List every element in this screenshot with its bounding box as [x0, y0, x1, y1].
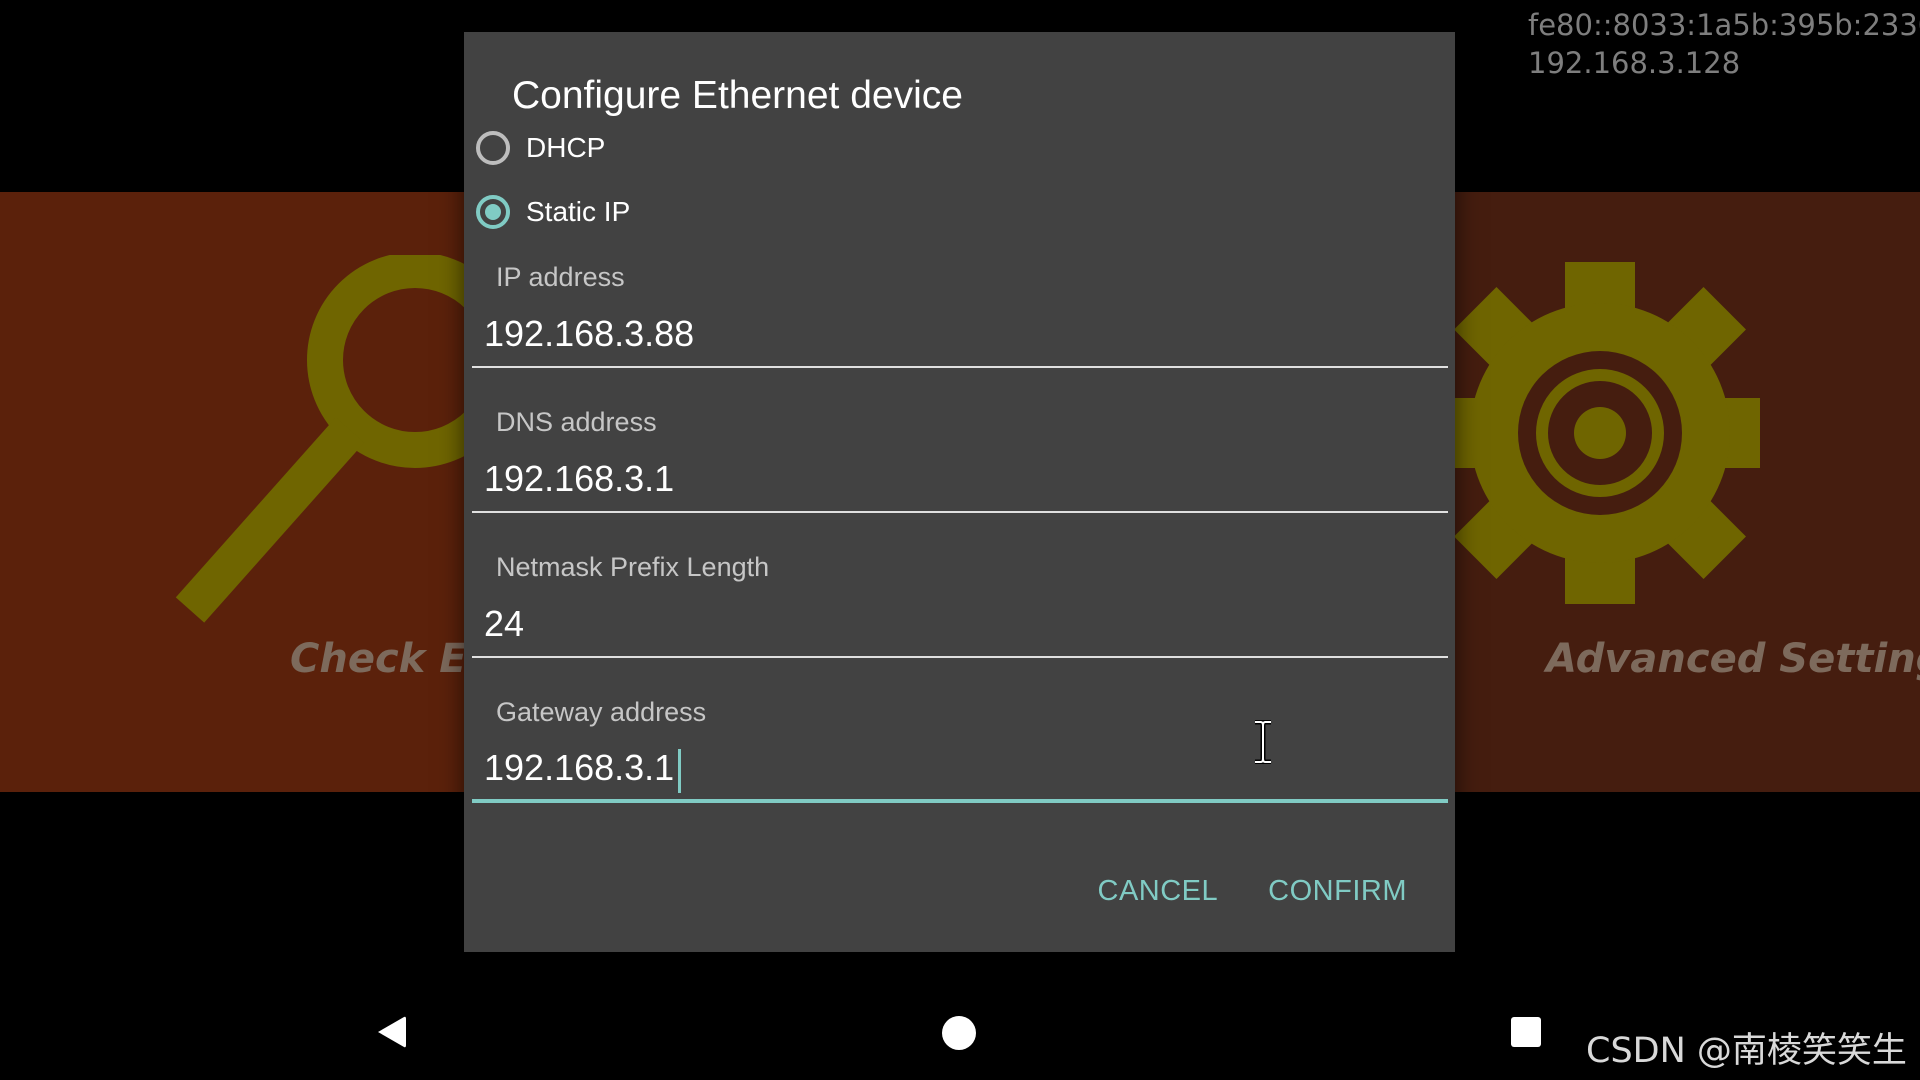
home-icon[interactable]	[942, 1016, 976, 1050]
dialog-title: Configure Ethernet device	[512, 74, 963, 117]
text-caret	[678, 749, 681, 793]
radio-label-static-ip: Static IP	[526, 196, 631, 227]
confirm-button[interactable]: CONFIRM	[1258, 867, 1417, 916]
gateway-address-label: Gateway address	[496, 697, 707, 727]
advanced-setting-label: Advanced Setting	[1546, 636, 1920, 682]
ipv6-address: fe80::8033:1a5b:395b:2330	[1528, 8, 1920, 42]
ip-address-field: IP address	[472, 262, 1448, 382]
gateway-address-field: Gateway address	[472, 697, 1448, 817]
network-info: fe80::8033:1a5b:395b:2330 192.168.3.128	[1528, 6, 1920, 82]
watermark: CSDN @南棱笑笑生	[1586, 1031, 1907, 1071]
ip-address-label: IP address	[496, 262, 625, 292]
netmask-field: Netmask Prefix Length	[472, 552, 1448, 672]
netmask-label: Netmask Prefix Length	[496, 552, 770, 582]
dns-address-field: DNS address	[472, 407, 1448, 527]
netmask-input[interactable]	[472, 592, 1448, 658]
radio-static-ip[interactable]: Static IP	[476, 188, 630, 236]
radio-unchecked-icon[interactable]	[476, 131, 510, 165]
ipv4-address: 192.168.3.128	[1528, 46, 1741, 80]
recents-icon[interactable]	[1511, 1017, 1541, 1047]
gear-icon	[1440, 262, 1760, 604]
radio-dhcp[interactable]: DHCP	[476, 124, 605, 172]
dialog-actions: CANCEL CONFIRM	[1088, 867, 1417, 916]
dns-address-label: DNS address	[496, 407, 657, 437]
dns-address-input[interactable]	[472, 447, 1448, 513]
configure-ethernet-dialog: Configure Ethernet device DHCP Static IP…	[464, 32, 1455, 952]
text-cursor-icon	[1255, 720, 1271, 764]
radio-label-dhcp: DHCP	[526, 132, 606, 163]
ip-address-input[interactable]	[472, 302, 1448, 368]
search-icon	[175, 255, 500, 623]
back-icon[interactable]	[376, 1014, 408, 1050]
cancel-button[interactable]: CANCEL	[1088, 867, 1229, 916]
gateway-address-input[interactable]	[472, 737, 1448, 803]
radio-checked-icon[interactable]	[476, 195, 510, 229]
